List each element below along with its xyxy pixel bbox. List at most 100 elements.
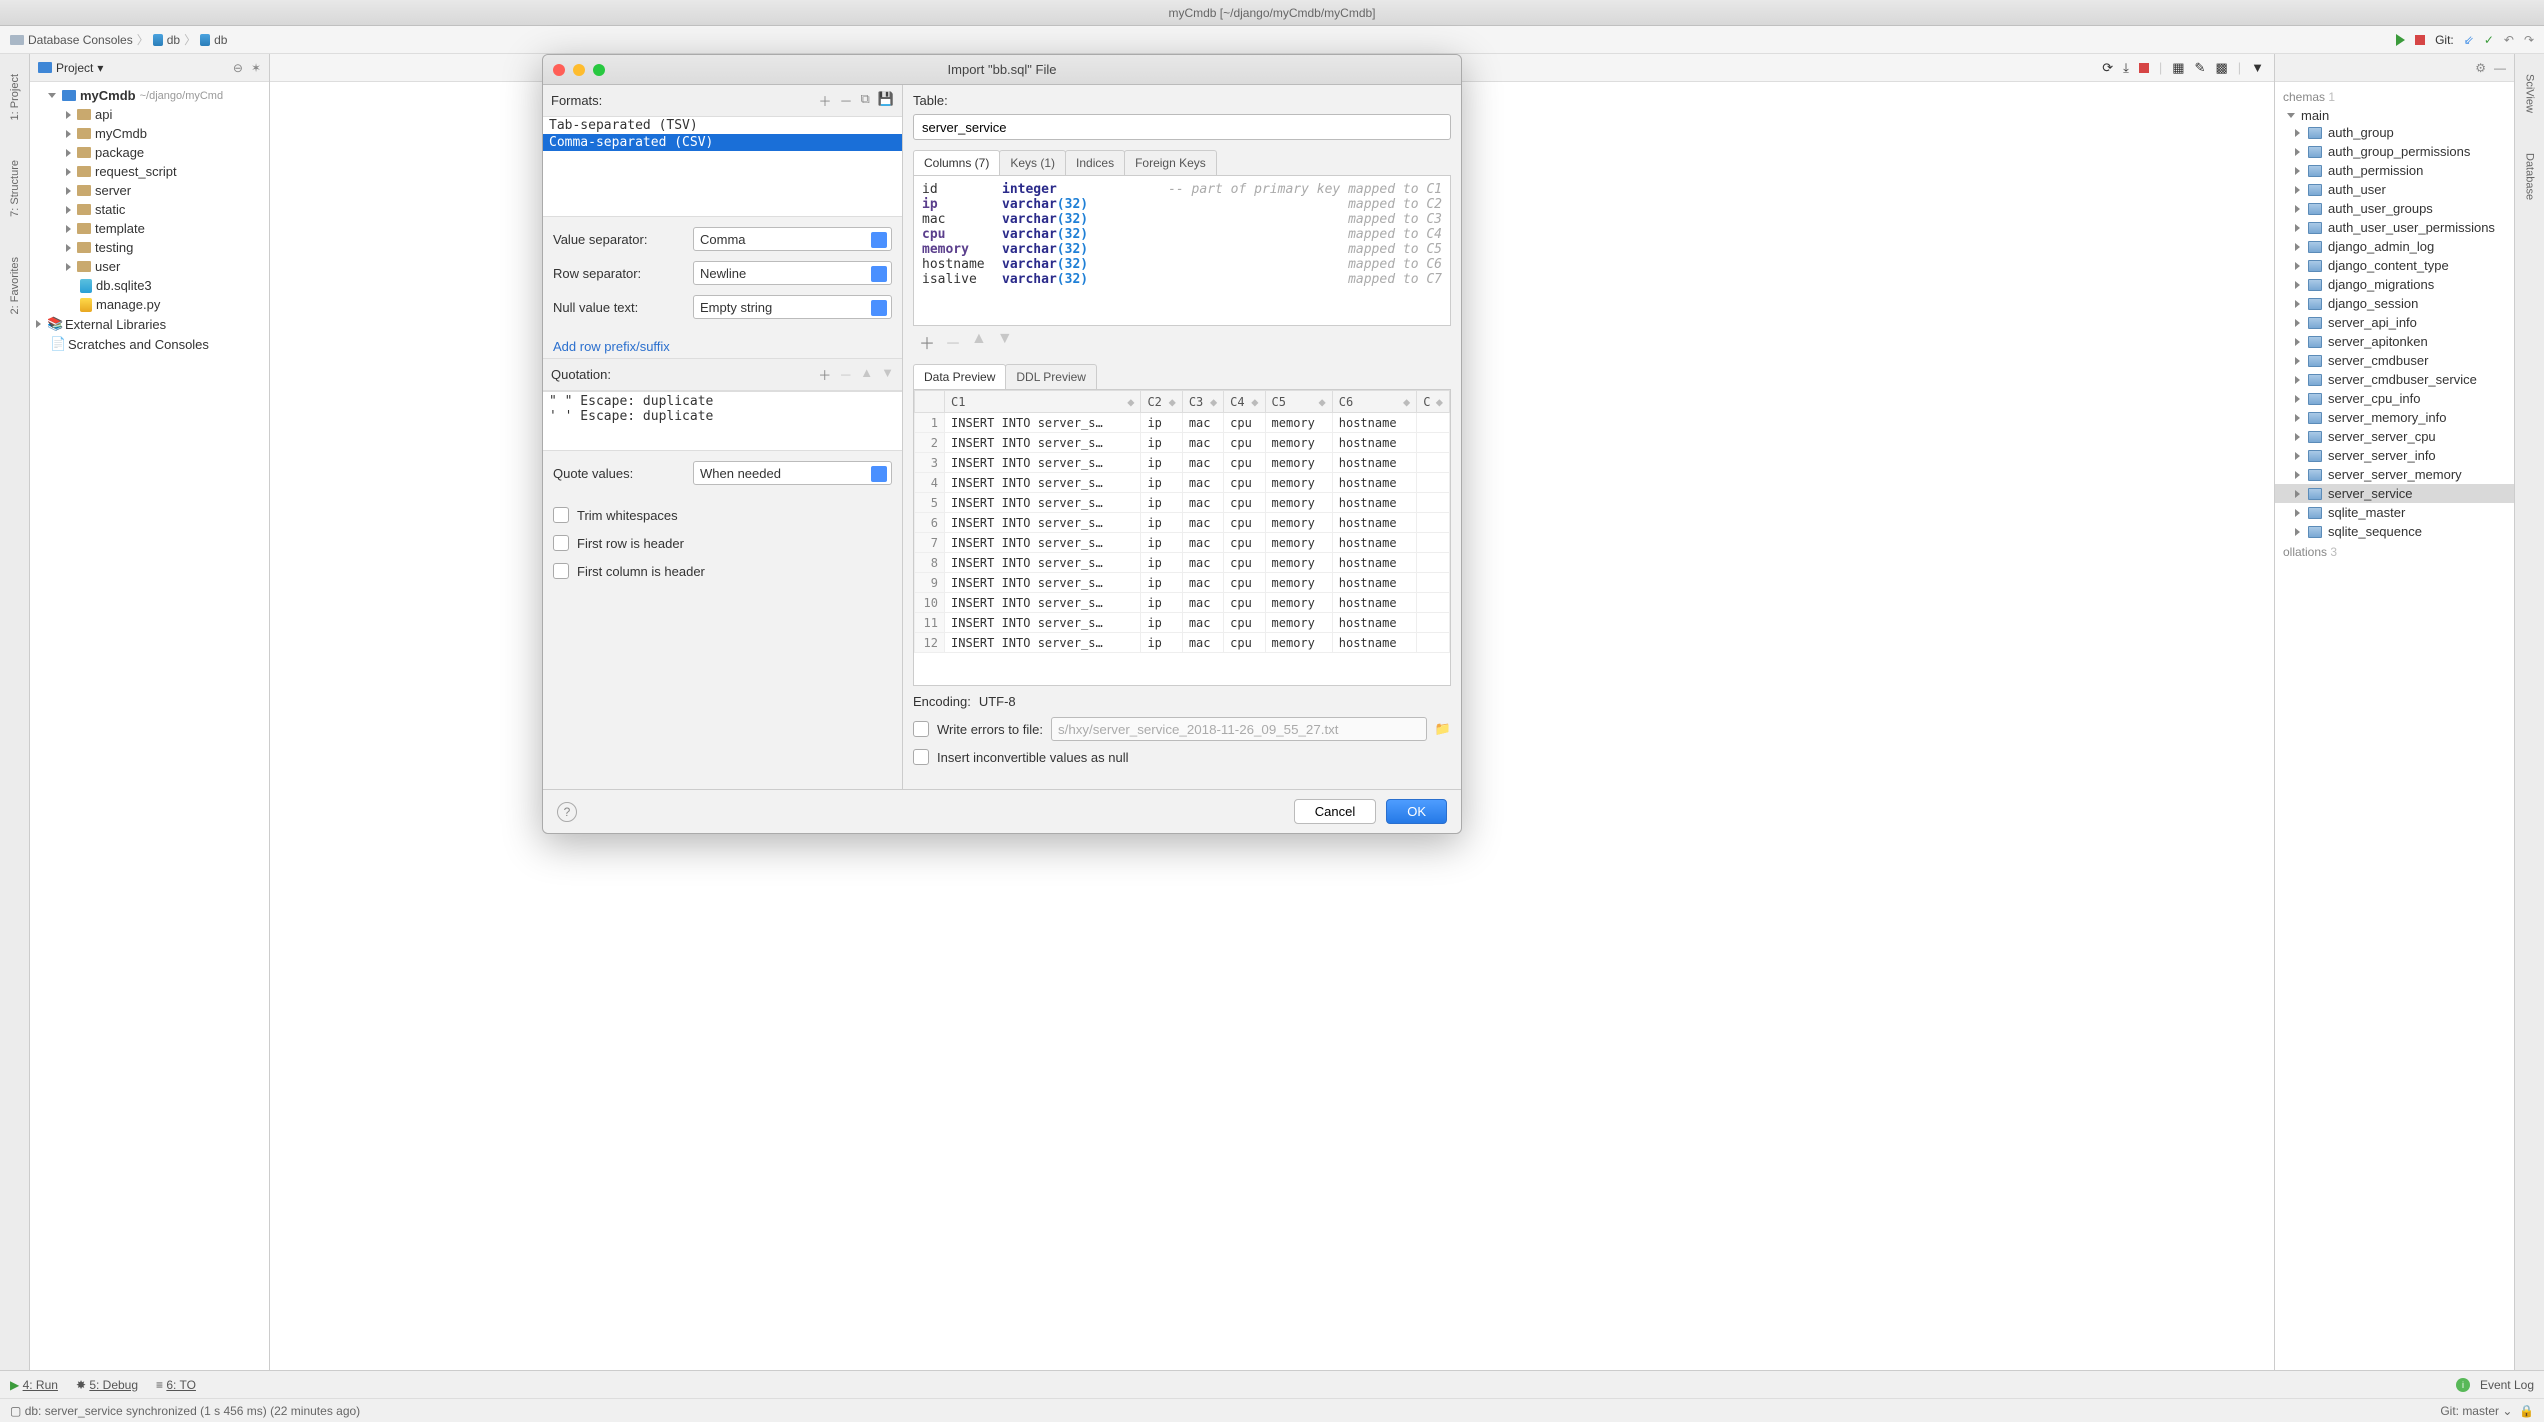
value-separator-select[interactable]: Comma	[693, 227, 892, 251]
down-column-icon[interactable]: ▼	[997, 330, 1013, 354]
gear-icon[interactable]: ⚙	[2475, 61, 2486, 75]
db-table-item[interactable]: server_service	[2275, 484, 2514, 503]
preview-tabs[interactable]: Data PreviewDDL Preview	[913, 364, 1451, 390]
tree-item[interactable]: myCmdb	[30, 124, 269, 143]
db-table-item[interactable]: server_cpu_info	[2275, 389, 2514, 408]
remove-icon[interactable]: －	[839, 365, 852, 384]
write-errors-checkbox[interactable]	[913, 721, 929, 737]
db-toolbar-icon[interactable]	[2139, 63, 2149, 73]
column-row[interactable]: hostnamevarchar(32)mapped to C6	[922, 257, 1442, 272]
add-icon[interactable]: ＋	[818, 91, 831, 110]
remove-column-icon[interactable]: －	[945, 330, 961, 354]
tree-item[interactable]: request_script	[30, 162, 269, 181]
tree-item[interactable]: api	[30, 105, 269, 124]
save-icon[interactable]: 💾	[878, 91, 894, 110]
column-row[interactable]: ipvarchar(32)mapped to C2	[922, 197, 1442, 212]
collapse-icon[interactable]: ⊖	[233, 61, 243, 75]
external-libraries[interactable]: 📚External Libraries	[30, 314, 269, 334]
column-tab[interactable]: Foreign Keys	[1124, 150, 1217, 175]
db-table-item[interactable]: django_session	[2275, 294, 2514, 313]
tree-item[interactable]: static	[30, 200, 269, 219]
add-prefix-link[interactable]: Add row prefix/suffix	[543, 335, 902, 358]
row-separator-select[interactable]: Newline	[693, 261, 892, 285]
crumb-2[interactable]: db	[214, 33, 227, 47]
up-icon[interactable]: ▲	[860, 365, 873, 384]
db-toolbar-icon[interactable]: ⟳	[2102, 60, 2113, 76]
crumb-0[interactable]: Database Consoles	[28, 33, 133, 47]
tree-item[interactable]: testing	[30, 238, 269, 257]
quote-values-select[interactable]: When needed	[693, 461, 892, 485]
quotation-row[interactable]: ' ' Escape: duplicate	[549, 409, 896, 424]
first-row-checkbox[interactable]: First row is header	[543, 529, 902, 557]
tree-item[interactable]: package	[30, 143, 269, 162]
data-preview[interactable]: C1 ◆C2 ◆C3 ◆C4 ◆C5 ◆C6 ◆C ◆1INSERT INTO …	[913, 390, 1451, 686]
remove-icon[interactable]: －	[840, 91, 853, 110]
debug-tab[interactable]: ✸ 5: Debug	[76, 1378, 138, 1392]
minimize-icon[interactable]: —	[2494, 61, 2506, 75]
db-table-item[interactable]: auth_user_user_permissions	[2275, 218, 2514, 237]
table-name-input[interactable]	[913, 114, 1451, 140]
first-col-checkbox[interactable]: First column is header	[543, 557, 902, 585]
db-table-item[interactable]: sqlite_sequence	[2275, 522, 2514, 541]
git-branch[interactable]: Git: master	[2440, 1404, 2499, 1418]
browse-icon[interactable]: 📁	[1435, 721, 1451, 737]
encoding-select[interactable]: UTF-8	[979, 694, 1159, 709]
column-tab[interactable]: Keys (1)	[999, 150, 1066, 175]
tab-database[interactable]: Database	[2524, 153, 2536, 200]
format-option[interactable]: Comma-separated (CSV)	[543, 134, 902, 151]
dialog-titlebar[interactable]: Import "bb.sql" File	[543, 55, 1461, 85]
null-value-select[interactable]: Empty string	[693, 295, 892, 319]
tree-item[interactable]: manage.py	[30, 295, 269, 314]
db-table-item[interactable]: server_server_memory	[2275, 465, 2514, 484]
db-table-item[interactable]: server_cmdbuser_service	[2275, 370, 2514, 389]
maximize-icon[interactable]	[593, 64, 605, 76]
db-table-item[interactable]: django_admin_log	[2275, 237, 2514, 256]
copy-icon[interactable]: ⧉	[861, 91, 870, 110]
run-tab[interactable]: ▶ 4: Run	[10, 1378, 58, 1392]
preview-tab[interactable]: DDL Preview	[1005, 364, 1097, 389]
add-column-icon[interactable]: ＋	[919, 330, 935, 354]
column-tab[interactable]: Indices	[1065, 150, 1125, 175]
help-button[interactable]: ?	[557, 802, 577, 822]
add-icon[interactable]: ＋	[818, 365, 831, 384]
cancel-button[interactable]: Cancel	[1294, 799, 1376, 824]
column-tab[interactable]: Columns (7)	[913, 150, 1000, 175]
db-table-item[interactable]: sqlite_master	[2275, 503, 2514, 522]
db-table-item[interactable]: server_memory_info	[2275, 408, 2514, 427]
git-revert-icon[interactable]: ↷	[2524, 33, 2534, 47]
stop-icon[interactable]	[2415, 35, 2425, 45]
db-table-item[interactable]: server_server_cpu	[2275, 427, 2514, 446]
column-row[interactable]: memoryvarchar(32)mapped to C5	[922, 242, 1442, 257]
column-row[interactable]: cpuvarchar(32)mapped to C4	[922, 227, 1442, 242]
column-row[interactable]: idinteger-- part of primary key mapped t…	[922, 182, 1442, 197]
format-option[interactable]: Tab-separated (TSV)	[543, 117, 902, 134]
formats-list[interactable]: Tab-separated (TSV)Comma-separated (CSV)	[543, 117, 902, 217]
trim-checkbox[interactable]: Trim whitespaces	[543, 501, 902, 529]
down-icon[interactable]: ▼	[881, 365, 894, 384]
crumb-1[interactable]: db	[167, 33, 180, 47]
db-table-item[interactable]: server_cmdbuser	[2275, 351, 2514, 370]
tab-project[interactable]: 1: Project	[9, 74, 21, 120]
column-row[interactable]: macvarchar(32)mapped to C3	[922, 212, 1442, 227]
db-table-item[interactable]: server_server_info	[2275, 446, 2514, 465]
db-table-item[interactable]: django_content_type	[2275, 256, 2514, 275]
insert-null-checkbox[interactable]	[913, 749, 929, 765]
project-view-dropdown[interactable]: Project ▾	[38, 61, 103, 75]
ok-button[interactable]: OK	[1386, 799, 1447, 824]
db-toolbar-icon[interactable]: ▦	[2172, 60, 2184, 76]
columns-area[interactable]: idinteger-- part of primary key mapped t…	[913, 176, 1451, 326]
git-update-icon[interactable]: ⇙	[2464, 33, 2474, 47]
tree-item[interactable]: user	[30, 257, 269, 276]
run-icon[interactable]	[2396, 34, 2405, 46]
db-table-item[interactable]: auth_group	[2275, 123, 2514, 142]
preview-tab[interactable]: Data Preview	[913, 364, 1006, 389]
close-icon[interactable]	[553, 64, 565, 76]
tab-structure[interactable]: 7: Structure	[9, 160, 21, 217]
db-toolbar-icon[interactable]: ⤓	[2123, 60, 2129, 76]
project-root[interactable]: myCmdb ~/django/myCmd	[30, 86, 269, 105]
git-history-icon[interactable]: ↶	[2504, 33, 2514, 47]
settings-icon[interactable]: ✶	[251, 61, 261, 75]
db-table-item[interactable]: server_apitonken	[2275, 332, 2514, 351]
todo-tab[interactable]: ≡ 6: TO	[156, 1378, 196, 1392]
db-table-item[interactable]: auth_permission	[2275, 161, 2514, 180]
